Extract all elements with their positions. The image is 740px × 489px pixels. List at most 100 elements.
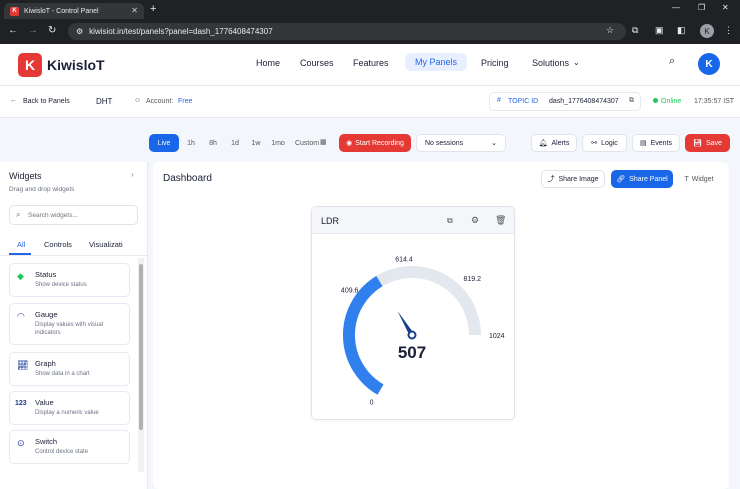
alerts-button[interactable]: 🔔︎ Alerts bbox=[531, 134, 577, 152]
widget-card-switch[interactable]: ⊙ Switch Control device state bbox=[9, 430, 130, 464]
text-icon: T bbox=[684, 175, 689, 183]
gauge-tick-label: 614.4 bbox=[395, 256, 413, 263]
page: K KiwisloT Home Courses Features My Pane… bbox=[0, 44, 740, 489]
add-widget-button[interactable]: T Widget bbox=[679, 170, 719, 188]
widget-search-box[interactable]: ⌕ bbox=[9, 205, 138, 225]
gauge-tick-label: 0 bbox=[370, 400, 374, 407]
gauge-hub bbox=[407, 330, 417, 340]
tab-visualizations[interactable]: Visualizati bbox=[89, 240, 123, 249]
forward-icon[interactable]: → bbox=[28, 25, 38, 36]
toggle-icon: ⊙ bbox=[17, 438, 25, 448]
save-button[interactable]: 💾︎ Save bbox=[685, 134, 730, 152]
widget-card-status[interactable]: ◆ Status Show device status bbox=[9, 263, 130, 297]
site-settings-icon[interactable]: ⚙ bbox=[76, 27, 83, 36]
scrollbar-thumb[interactable] bbox=[139, 264, 143, 430]
range-1h-button[interactable]: 1h bbox=[184, 134, 198, 152]
panel-subheader: ← Back to Panels DHT ☺ Account: Free # T… bbox=[0, 86, 740, 118]
start-recording-label: Start Recording bbox=[355, 139, 404, 147]
range-8h-button[interactable]: 8h bbox=[206, 134, 220, 152]
trash-icon[interactable]: 🗑︎ bbox=[495, 215, 506, 226]
bookmark-star-icon[interactable]: ☆ bbox=[606, 25, 614, 36]
share-image-button[interactable]: ⤴ Share Image bbox=[541, 170, 605, 188]
nav-solutions[interactable]: Solutions bbox=[532, 58, 569, 68]
widget-title: Value bbox=[35, 398, 54, 407]
range-1mo-button[interactable]: 1mo bbox=[269, 134, 287, 152]
nav-home[interactable]: Home bbox=[256, 58, 280, 68]
gauge-widget-panel[interactable]: LDR ⧉ ⚙ 🗑︎ 0 409.6 614.4 819.2 1024 507 bbox=[311, 206, 515, 420]
back-icon[interactable]: ← bbox=[8, 25, 18, 36]
logo-icon[interactable]: K bbox=[18, 53, 42, 77]
range-custom-button[interactable]: Custom bbox=[294, 134, 320, 152]
collapse-icon[interactable]: › bbox=[131, 170, 134, 179]
back-to-panels-link[interactable]: Back to Panels bbox=[23, 98, 70, 105]
gauge-svg: 0 409.6 614.4 819.2 1024 507 bbox=[341, 256, 505, 407]
gauge-tick-label: 819.2 bbox=[464, 276, 482, 283]
widget-title: Status bbox=[35, 270, 57, 279]
extensions-icon[interactable]: ⧉ bbox=[632, 25, 638, 36]
favicon-icon: K bbox=[10, 6, 19, 16]
topic-id-box: # TOPIC ID dash_1776408474307 ⧉ bbox=[489, 92, 641, 111]
nav-pricing[interactable]: Pricing bbox=[481, 58, 509, 68]
browser-menu-icon[interactable]: ⋮ bbox=[724, 25, 733, 36]
gauge-icon: ◠ bbox=[17, 311, 25, 321]
nav-features[interactable]: Features bbox=[353, 58, 389, 68]
sessions-select[interactable]: No sessions ⌄ bbox=[416, 134, 506, 152]
new-tab-icon[interactable]: + bbox=[150, 3, 156, 15]
widget-card-value[interactable]: 123 Value Display a numeric value bbox=[9, 391, 130, 425]
settings-gear-icon[interactable]: ⚙ bbox=[471, 215, 479, 226]
browser-tab[interactable]: K KiwisloT - Control Panel ✕ bbox=[4, 3, 144, 19]
sidebar-scrollbar[interactable] bbox=[138, 258, 144, 472]
browser-chrome: K KiwisloT - Control Panel ✕ + — ❐ ✕ ← →… bbox=[0, 0, 740, 44]
tab-controls[interactable]: Controls bbox=[44, 240, 72, 249]
copy-icon[interactable]: ⧉ bbox=[629, 97, 634, 105]
sidebar-title: Widgets bbox=[9, 171, 42, 181]
chevron-down-icon[interactable]: ⌄ bbox=[573, 58, 580, 67]
start-recording-button[interactable]: ◉ Start Recording bbox=[339, 134, 411, 152]
range-1d-button[interactable]: 1d bbox=[228, 134, 242, 152]
logic-label: Logic bbox=[601, 139, 618, 147]
minimize-icon[interactable]: — bbox=[672, 3, 680, 12]
nav-my-panels[interactable]: My Panels bbox=[405, 53, 468, 71]
browser-profile-avatar[interactable]: K bbox=[700, 24, 714, 38]
maximize-icon[interactable]: ❐ bbox=[698, 3, 705, 12]
widget-card-gauge[interactable]: ◠ Gauge Display values with visual indic… bbox=[9, 303, 130, 345]
alerts-label: Alerts bbox=[551, 139, 570, 147]
range-live-button[interactable]: Live bbox=[149, 134, 179, 152]
url-text: kiwisiot.in/test/panels?panel=dash_17764… bbox=[89, 27, 273, 36]
widget-desc: Show data in a chart bbox=[35, 371, 90, 377]
brand-name[interactable]: KiwisloT bbox=[47, 57, 105, 73]
account-plan[interactable]: Free bbox=[178, 98, 192, 105]
events-button[interactable]: ▤ Events bbox=[632, 134, 680, 152]
tab-all[interactable]: All bbox=[17, 240, 25, 249]
duplicate-icon[interactable]: ⧉ bbox=[447, 216, 453, 226]
user-icon: ☺ bbox=[134, 97, 142, 104]
search-icon: ⌕ bbox=[16, 210, 21, 219]
logic-button[interactable]: ⚯ Logic bbox=[582, 134, 627, 152]
top-navbar: K KiwisloT Home Courses Features My Pane… bbox=[0, 44, 740, 86]
online-dot-icon bbox=[653, 98, 658, 103]
search-icon[interactable]: ⌕ bbox=[669, 55, 675, 68]
widget-title: Switch bbox=[35, 437, 58, 446]
chevron-down-icon: ⌄ bbox=[491, 140, 497, 147]
device-name: DHT bbox=[96, 97, 113, 106]
range-1w-button[interactable]: 1w bbox=[249, 134, 263, 152]
line-chart-icon: 📈︎ bbox=[17, 360, 29, 370]
calendar-icon[interactable]: ▦ bbox=[320, 138, 327, 146]
reading-list-icon[interactable]: ◧ bbox=[677, 25, 686, 36]
address-bar[interactable]: ⚙ kiwisiot.in/test/panels?panel=dash_177… bbox=[68, 23, 626, 40]
widget-label: Widget bbox=[691, 175, 714, 183]
reload-icon[interactable]: ↻ bbox=[48, 25, 56, 36]
close-tab-icon[interactable]: ✕ bbox=[131, 6, 138, 15]
dashboard-area: Dashboard ⤴ Share Image 🔗︎ Share Panel T Wi… bbox=[153, 162, 729, 489]
widget-card-graph[interactable]: 📈︎ Graph Show data in a chart bbox=[9, 352, 130, 386]
nav-courses[interactable]: Courses bbox=[300, 58, 334, 68]
gauge-widget-header bbox=[312, 207, 514, 234]
close-window-icon[interactable]: ✕ bbox=[722, 3, 729, 12]
widget-search-input[interactable] bbox=[28, 209, 133, 222]
arrow-left-icon[interactable]: ← bbox=[10, 97, 17, 104]
share-panel-button[interactable]: 🔗︎ Share Panel bbox=[611, 170, 673, 188]
save-label: Save bbox=[705, 139, 722, 147]
user-avatar[interactable]: K bbox=[698, 53, 720, 75]
media-icon[interactable]: ▣ bbox=[655, 25, 664, 36]
status-text: Online bbox=[661, 98, 682, 105]
